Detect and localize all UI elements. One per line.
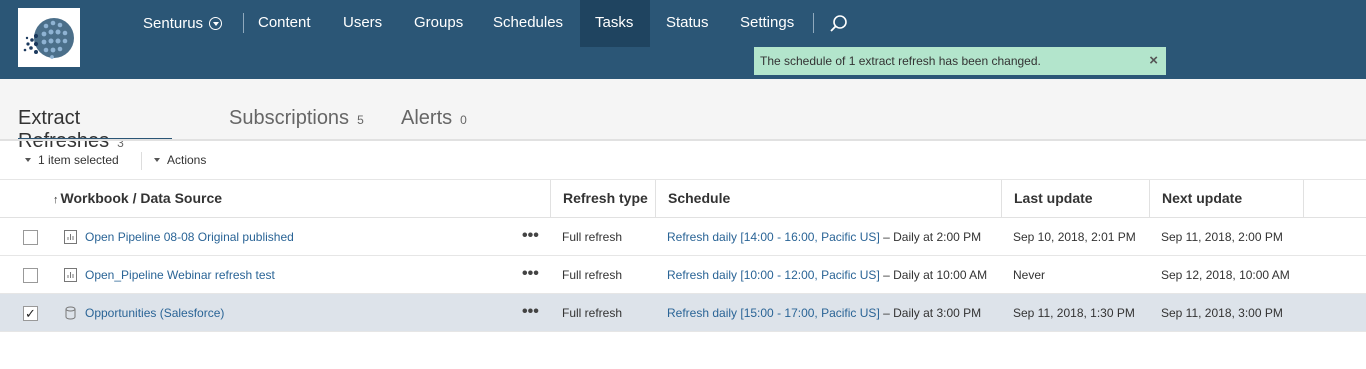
tab-subscriptions[interactable]: Subscriptions 5 xyxy=(229,107,364,141)
tasks-tabs: Extract Refreshes 3 Subscriptions 5 Alerts… xyxy=(0,79,1366,152)
next-update: Sep 12, 2018, 10:00 AM xyxy=(1161,268,1290,282)
site-name: Senturus xyxy=(143,14,204,32)
schedule-detail: – Daily at 10:00 AM xyxy=(879,268,988,282)
last-update: Sep 11, 2018, 1:30 PM xyxy=(1013,306,1135,320)
next-update: Sep 11, 2018, 2:00 PM xyxy=(1161,230,1283,244)
nav-groups[interactable]: Groups xyxy=(399,0,478,47)
column-header-last-update[interactable]: Last update xyxy=(1001,180,1149,217)
last-update: Sep 10, 2018, 2:01 PM xyxy=(1013,230,1136,244)
tab-count: 0 xyxy=(460,113,467,127)
refresh-type: Full refresh xyxy=(562,268,623,282)
more-actions-icon[interactable]: ••• xyxy=(522,227,539,245)
last-update: Never xyxy=(1013,268,1046,282)
schedule-link[interactable]: Refresh daily [15:00 - 17:00, Pacific US… xyxy=(667,306,880,320)
search-icon[interactable] xyxy=(826,12,850,36)
globe-logo-icon xyxy=(23,18,74,59)
column-header-refresh-type[interactable]: Refresh type xyxy=(550,180,655,217)
more-actions-icon[interactable]: ••• xyxy=(522,265,539,283)
column-header-next-update[interactable]: Next update xyxy=(1149,180,1304,217)
nav-divider xyxy=(813,13,814,33)
selection-toolbar: 1 item selected Actions xyxy=(0,141,1366,180)
schedule-detail: – Daily at 3:00 PM xyxy=(879,306,982,320)
tab-alerts[interactable]: Alerts 0 xyxy=(401,107,467,141)
notification-banner: The schedule of 1 extract refresh has be… xyxy=(754,47,1166,75)
toolbar-divider xyxy=(141,152,142,170)
close-icon[interactable]: × xyxy=(1149,47,1158,75)
schedule-link[interactable]: Refresh daily [10:00 - 12:00, Pacific US… xyxy=(667,268,880,282)
sort-ascending-icon: ↑ xyxy=(53,194,59,206)
row-checkbox[interactable]: ✓ xyxy=(23,306,38,321)
company-logo[interactable] xyxy=(18,8,80,67)
schedule-link[interactable]: Refresh daily [14:00 - 16:00, Pacific US… xyxy=(667,230,880,244)
nav-content[interactable]: Content xyxy=(243,0,326,47)
schedule-cell: Refresh daily [10:00 - 12:00, Pacific US… xyxy=(667,268,987,282)
schedule-cell: Refresh daily [15:00 - 17:00, Pacific US… xyxy=(667,306,981,320)
nav-users[interactable]: Users xyxy=(328,0,397,47)
column-header-schedule[interactable]: Schedule xyxy=(655,180,1001,217)
table-row[interactable]: Open_Pipeline Webinar refresh test ••• F… xyxy=(0,256,1366,294)
workbook-link[interactable]: Open Pipeline 08-08 Original published xyxy=(85,230,294,244)
table-row[interactable]: ✓ Opportunities (Salesforce) ••• Full re… xyxy=(0,294,1366,332)
schedule-detail: – Daily at 2:00 PM xyxy=(879,230,982,244)
chevron-down-icon xyxy=(209,16,223,30)
workbook-icon xyxy=(64,230,77,244)
workbook-link[interactable]: Open_Pipeline Webinar refresh test xyxy=(85,268,275,282)
refresh-type: Full refresh xyxy=(562,230,623,244)
caret-down-icon xyxy=(25,158,31,162)
row-checkbox[interactable] xyxy=(23,230,38,245)
nav-schedules[interactable]: Schedules xyxy=(478,0,578,47)
table-row[interactable]: Open Pipeline 08-08 Original published •… xyxy=(0,218,1366,256)
actions-label: Actions xyxy=(167,153,207,167)
site-selector[interactable]: Senturus xyxy=(143,14,223,32)
top-navigation-bar: Senturus Content Users Groups Schedules … xyxy=(0,0,1366,79)
checkmark-icon: ✓ xyxy=(25,306,36,321)
notification-message: The schedule of 1 extract refresh has be… xyxy=(760,54,1041,68)
tab-label: Subscriptions xyxy=(229,107,350,129)
nav-tasks[interactable]: Tasks xyxy=(580,0,650,47)
column-header-name[interactable]: ↑ Workbook / Data Source xyxy=(41,180,550,217)
schedule-cell: Refresh daily [14:00 - 16:00, Pacific US… xyxy=(667,230,981,244)
nav-status[interactable]: Status xyxy=(651,0,724,47)
workbook-icon xyxy=(64,268,77,282)
next-update: Sep 11, 2018, 3:00 PM xyxy=(1161,306,1283,320)
tab-count: 5 xyxy=(357,113,364,127)
column-label: Workbook / Data Source xyxy=(60,190,223,206)
refresh-type: Full refresh xyxy=(562,306,623,320)
more-actions-icon[interactable]: ••• xyxy=(522,303,539,321)
datasource-link[interactable]: Opportunities (Salesforce) xyxy=(85,306,224,320)
datasource-icon xyxy=(65,306,76,320)
selection-menu[interactable]: 1 item selected xyxy=(25,153,119,167)
selection-count: 1 item selected xyxy=(38,153,119,167)
tab-extract-refreshes[interactable]: Extract Refreshes 3 xyxy=(18,107,172,152)
caret-down-icon xyxy=(154,158,160,162)
row-checkbox[interactable] xyxy=(23,268,38,283)
actions-menu[interactable]: Actions xyxy=(154,153,206,167)
tab-label: Alerts xyxy=(401,107,453,129)
nav-settings[interactable]: Settings xyxy=(725,0,809,47)
table-header: ↑ Workbook / Data Source Refresh type Sch… xyxy=(0,180,1366,218)
